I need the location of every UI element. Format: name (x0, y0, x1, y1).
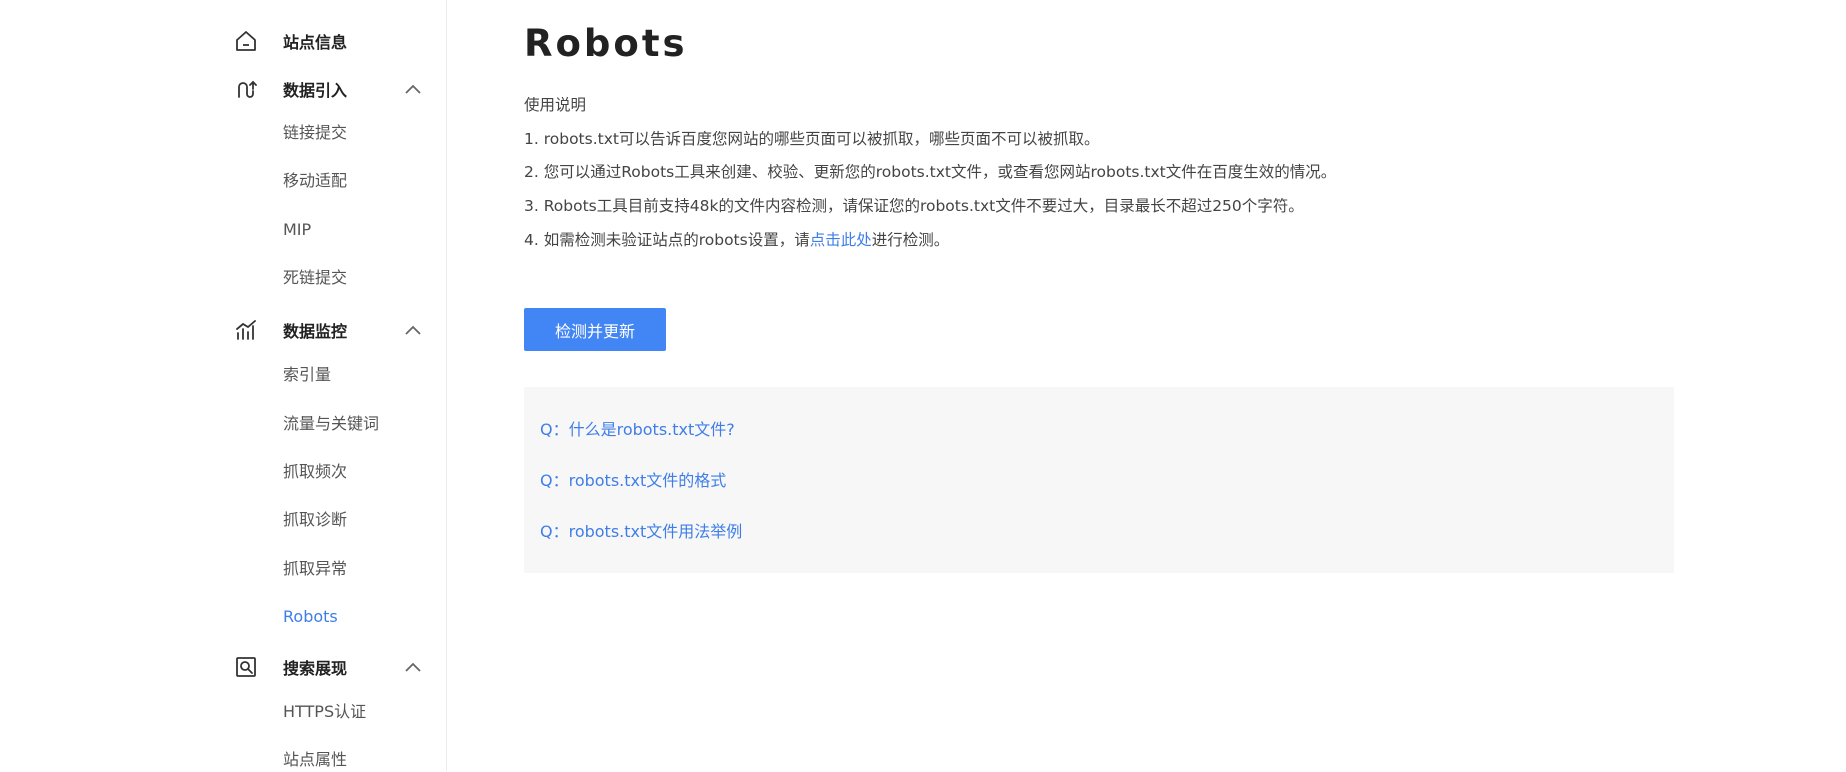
sidebar-item-mip[interactable]: MIP (283, 218, 311, 242)
data-import-icon (232, 75, 260, 103)
check-and-update-button[interactable]: 检测并更新 (524, 308, 666, 351)
sidebar-group-site-info[interactable]: 站点信息 (0, 19, 447, 63)
faq-panel: Q：什么是robots.txt文件? Q：robots.txt文件的格式 Q：r… (524, 387, 1674, 573)
search-display-icon (232, 653, 260, 681)
usage-heading: 使用说明 (524, 96, 587, 114)
page-title: Robots (524, 22, 688, 65)
sidebar-group-label: 数据监控 (283, 322, 348, 341)
click-here-link[interactable]: 点击此处 (810, 231, 872, 249)
sidebar-group-label: 搜索展现 (283, 659, 348, 678)
data-monitor-icon (232, 316, 260, 344)
chevron-up-icon[interactable] (403, 320, 423, 340)
sidebar-group-data-monitor[interactable]: 数据监控 (0, 308, 447, 352)
usage-line-1: 1. robots.txt可以告诉百度您网站的哪些页面可以被抓取，哪些页面不可以… (524, 130, 1100, 148)
sidebar-group-search-display[interactable]: 搜索展现 (0, 645, 447, 689)
usage-line-4-prefix: 4. 如需检测未验证站点的robots设置，请 (524, 231, 810, 249)
sidebar-group-label: 数据引入 (283, 81, 348, 100)
faq-link-robots-format[interactable]: Q：robots.txt文件的格式 (540, 469, 726, 493)
sidebar-item-site-attributes[interactable]: 站点属性 (283, 748, 347, 772)
sidebar-item-link-submit[interactable]: 链接提交 (283, 121, 347, 145)
sidebar-group-label: 站点信息 (283, 33, 348, 52)
sidebar-item-crawl-frequency[interactable]: 抓取频次 (283, 460, 347, 484)
sidebar-item-index-volume[interactable]: 索引量 (283, 363, 331, 387)
usage-line-4: 4. 如需检测未验证站点的robots设置，请点击此处进行检测。 (524, 228, 949, 252)
sidebar: 站点信息 数据引入 链接提交 移动适配 MIP 死链提交 数据监控 索引量 流量… (0, 0, 447, 771)
faq-link-what-is-robots[interactable]: Q：什么是robots.txt文件? (540, 418, 735, 442)
home-icon (232, 27, 260, 55)
sidebar-item-crawl-diagnosis[interactable]: 抓取诊断 (283, 508, 347, 532)
sidebar-item-deadlink-submit[interactable]: 死链提交 (283, 266, 347, 290)
sidebar-item-mobile-adapt[interactable]: 移动适配 (283, 169, 347, 193)
sidebar-item-traffic-keywords[interactable]: 流量与关键词 (283, 412, 379, 436)
sidebar-group-data-import[interactable]: 数据引入 (0, 67, 447, 111)
faq-link-robots-examples[interactable]: Q：robots.txt文件用法举例 (540, 520, 742, 544)
chevron-up-icon[interactable] (403, 657, 423, 677)
sidebar-item-crawl-errors[interactable]: 抓取异常 (283, 557, 347, 581)
usage-line-4-suffix: 进行检测。 (871, 231, 950, 249)
sidebar-item-https-auth[interactable]: HTTPS认证 (283, 700, 366, 724)
sidebar-item-robots[interactable]: Robots (283, 605, 338, 629)
usage-line-3: 3. Robots工具目前支持48k的文件内容检测，请保证您的robots.tx… (524, 197, 1304, 215)
chevron-up-icon[interactable] (403, 79, 423, 99)
usage-line-2: 2. 您可以通过Robots工具来创建、校验、更新您的robots.txt文件，… (524, 163, 1337, 181)
